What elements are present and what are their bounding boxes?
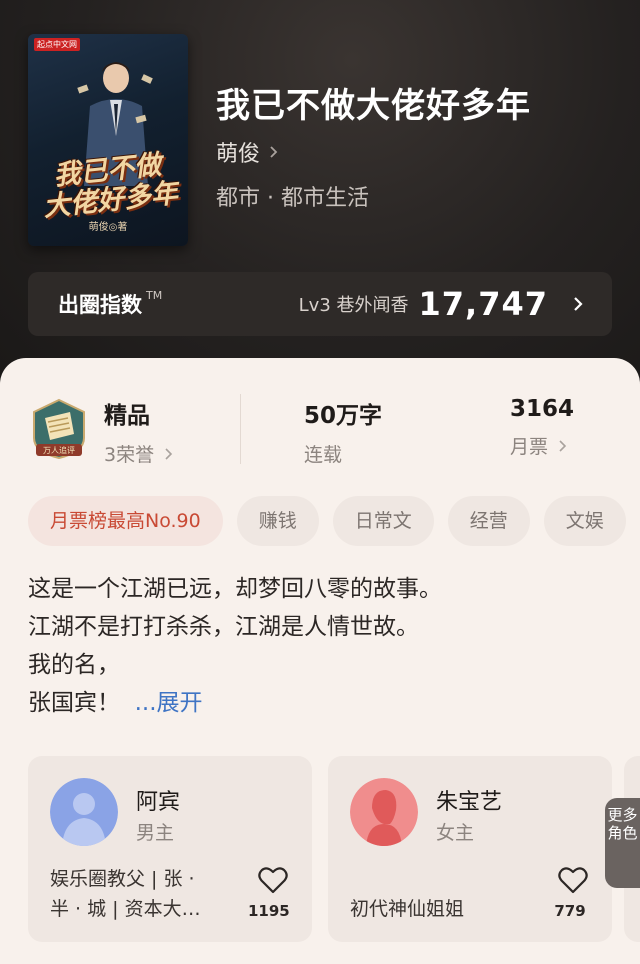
heart-icon[interactable] <box>258 866 288 894</box>
heart-icon[interactable] <box>558 866 588 894</box>
book-genre[interactable]: 都市 · 都市生活 <box>216 180 369 212</box>
synopsis-line: 张国宾！ <box>28 690 120 716</box>
monthly-ticket-count: 3164 <box>510 396 575 422</box>
like-count: 779 <box>554 902 586 920</box>
publisher-logo: 起点中文网 <box>34 38 80 51</box>
influence-index-bar[interactable]: 出圈指数 TM Lv3 巷外闻香 17,747 <box>28 272 612 336</box>
chevron-right-icon <box>559 439 567 452</box>
character-bio: 初代神仙姐姐 <box>350 898 465 920</box>
tag-item[interactable]: 日常文 <box>332 496 434 546</box>
word-count: 50万字 <box>304 403 383 429</box>
chevron-right-icon <box>270 146 278 158</box>
serial-status: 连载 <box>304 444 343 466</box>
book-cover[interactable]: 起点中文网 我已不做 大佬好多年 萌俊◎著 <box>28 34 188 246</box>
cover-title: 我已不做 大佬好多年 <box>41 149 180 223</box>
trademark-mark: TM <box>146 289 163 302</box>
word-count-stat: 50万字 连载 <box>304 396 382 467</box>
author-name: 萌俊 <box>216 142 261 167</box>
influence-score: 17,747 <box>418 285 548 323</box>
male-avatar <box>50 778 118 846</box>
character-role: 男主 <box>136 822 175 844</box>
character-card[interactable]: 朱宝艺 女主 初代神仙姐姐 779 <box>328 756 612 942</box>
author-link[interactable]: 萌俊 <box>216 136 280 168</box>
svg-text:万人追评: 万人追评 <box>43 445 75 455</box>
synopsis-line: 江湖不是打打杀杀，江湖是人情世故。 <box>28 614 419 640</box>
synopsis-line: 这是一个江湖已远，却梦回八零的故事。 <box>28 576 442 602</box>
quality-label: 精品 <box>104 403 150 429</box>
influence-label: 出圈指数 TM <box>58 289 163 317</box>
monthly-tickets-stat[interactable]: 3164 月票 <box>510 396 574 459</box>
quality-badge-icon: 万人追评 <box>33 398 85 460</box>
character-role: 女主 <box>436 822 475 844</box>
tag-item[interactable]: 文娱 <box>543 496 626 546</box>
divider <box>240 394 241 464</box>
character-bio: 娱乐圈教父 | 张 · 半 · 城 | 资本大… <box>50 868 201 920</box>
quality-stat[interactable]: 精品 3荣誉 <box>104 396 173 467</box>
monthly-ticket-label: 月票 <box>510 436 549 458</box>
expand-link[interactable]: ...展开 <box>135 690 203 716</box>
chevron-right-icon <box>574 297 583 311</box>
character-name: 阿宾 <box>136 790 181 815</box>
cover-author: 萌俊◎著 <box>88 222 128 233</box>
female-avatar <box>350 778 418 846</box>
tag-item[interactable]: 赚钱 <box>236 496 319 546</box>
stats-row: 万人追评 精品 3荣誉 50万字 连载 3164 月票 <box>0 388 640 478</box>
honors-count: 3荣誉 <box>104 444 155 466</box>
influence-level: Lv3 巷外闻香 <box>298 295 409 316</box>
book-detail-panel: 万人追评 精品 3荣誉 50万字 连载 3164 月票 月票榜最高No.90 赚… <box>0 358 640 964</box>
synopsis-line: 我的名， <box>28 652 120 678</box>
tag-ranking[interactable]: 月票榜最高No.90 <box>28 496 223 546</box>
tag-item[interactable]: 经营 <box>447 496 530 546</box>
more-roles-button[interactable]: 更多角色 <box>605 798 640 888</box>
like-count: 1195 <box>248 902 290 920</box>
book-header: 起点中文网 我已不做 大佬好多年 萌俊◎著 我已不做大佬好多年 萌俊 都市 · … <box>0 0 640 400</box>
chevron-right-icon <box>165 447 173 460</box>
book-synopsis[interactable]: 这是一个江湖已远，却梦回八零的故事。 江湖不是打打杀杀，江湖是人情世故。 我的名… <box>28 570 618 722</box>
character-card[interactable]: 阿宾 男主 娱乐圈教父 | 张 · 半 · 城 | 资本大… 1195 <box>28 756 312 942</box>
book-title: 我已不做大佬好多年 <box>216 86 531 126</box>
tag-list: 月票榜最高No.90 赚钱 日常文 经营 文娱 <box>28 496 640 546</box>
character-name: 朱宝艺 <box>436 790 503 815</box>
